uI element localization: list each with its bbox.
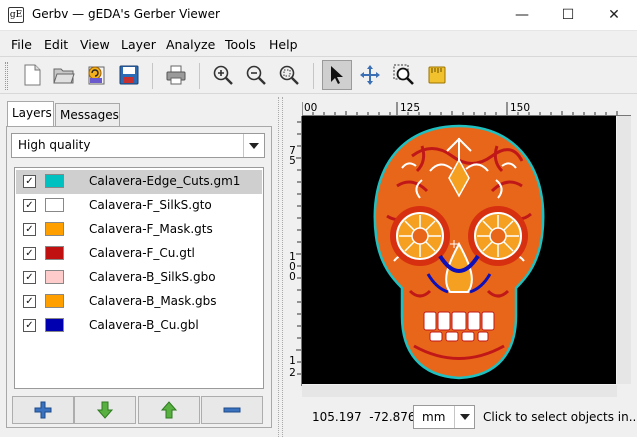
pan-icon[interactable] xyxy=(355,60,385,90)
add-layer-icon xyxy=(34,401,52,419)
ruler-label: 0 xyxy=(289,271,296,283)
ruler-ticks xyxy=(302,102,618,115)
move-layer-down-button[interactable] xyxy=(74,396,136,424)
unit-select[interactable]: mm xyxy=(413,405,475,429)
vertical-scrollbar[interactable] xyxy=(617,116,631,384)
menu-help[interactable]: Help xyxy=(269,37,298,52)
layer-color-swatch[interactable] xyxy=(45,174,64,188)
revert-icon[interactable] xyxy=(81,60,111,90)
remove-layer-button[interactable] xyxy=(201,396,263,424)
layer-visible-checkbox[interactable]: ✓ xyxy=(23,223,36,236)
layer-row[interactable]: ✓ Calavera-B_Mask.gbs xyxy=(16,290,262,314)
maximize-button[interactable]: ☐ xyxy=(545,0,591,31)
layer-visible-checkbox[interactable]: ✓ xyxy=(23,199,36,212)
layer-list: ✓ Calavera-Edge_Cuts.gm1 ✓ Calavera-F_Si… xyxy=(14,167,264,389)
zoom-area-icon[interactable] xyxy=(389,60,419,90)
layer-row[interactable]: ✓ Calavera-F_SilkS.gto xyxy=(16,194,262,218)
layer-row[interactable]: ✓ Calavera-B_SilkS.gbo xyxy=(16,266,262,290)
move-layer-down-icon xyxy=(96,401,114,419)
layer-visible-checkbox[interactable]: ✓ xyxy=(23,271,36,284)
layer-row[interactable]: ✓ Calavera-Edge_Cuts.gm1 xyxy=(16,170,262,194)
gerber-canvas[interactable] xyxy=(302,116,616,384)
pcb-render xyxy=(373,124,545,380)
ruler-top: 00 125 150 xyxy=(302,102,631,116)
menu-tools[interactable]: Tools xyxy=(225,37,256,52)
layer-color-swatch[interactable] xyxy=(45,222,64,236)
status-message: Click to select objects in... xyxy=(483,410,635,424)
measure-icon[interactable] xyxy=(422,60,452,90)
ruler-label: 2 xyxy=(289,367,296,379)
cursor-coordinates: 105.197 -72.876 xyxy=(312,410,416,424)
ruler-label: 5 xyxy=(289,155,296,167)
layer-color-swatch[interactable] xyxy=(45,270,64,284)
tab-layers[interactable]: Layers xyxy=(7,101,54,127)
move-layer-up-button[interactable] xyxy=(138,396,200,424)
toolbar-separator xyxy=(313,63,314,89)
render-quality-select[interactable]: High quality xyxy=(11,133,265,158)
render-quality-value: High quality xyxy=(18,138,91,152)
ruler-label: 00 xyxy=(304,102,318,114)
toolbar-grip[interactable] xyxy=(5,62,8,90)
layer-color-swatch[interactable] xyxy=(45,318,64,332)
layer-name: Calavera-B_Cu.gbl xyxy=(89,318,199,332)
toolbar-separator xyxy=(152,63,153,89)
layer-row[interactable]: ✓ Calavera-B_Cu.gbl xyxy=(16,314,262,338)
zoom-out-icon[interactable] xyxy=(241,60,271,90)
layer-name: Calavera-B_Mask.gbs xyxy=(89,294,217,308)
tab-messages[interactable]: Messages xyxy=(55,103,120,126)
ruler-label: 1 xyxy=(289,355,296,367)
layer-visible-checkbox[interactable]: ✓ xyxy=(23,247,36,260)
ruler-label: 125 xyxy=(400,102,421,114)
layer-color-swatch[interactable] xyxy=(45,198,64,212)
layer-color-swatch[interactable] xyxy=(45,246,64,260)
layer-visible-checkbox[interactable]: ✓ xyxy=(23,319,36,332)
layer-name: Calavera-F_SilkS.gto xyxy=(89,198,212,212)
zoom-in-icon[interactable] xyxy=(208,60,238,90)
menu-edit[interactable]: Edit xyxy=(44,37,68,52)
layer-row[interactable]: ✓ Calavera-F_Cu.gtl xyxy=(16,242,262,266)
toolbar-separator xyxy=(199,63,200,89)
print-icon[interactable] xyxy=(161,60,191,90)
title-bar: gE Gerbv — gEDA's Gerber Viewer — ☐ ✕ xyxy=(0,0,637,31)
menu-layer[interactable]: Layer xyxy=(121,37,156,52)
menu-view[interactable]: View xyxy=(80,37,110,52)
dropdown-arrow-icon xyxy=(243,134,264,157)
layer-visible-checkbox[interactable]: ✓ xyxy=(23,295,36,308)
unit-value: mm xyxy=(422,410,446,424)
minimize-button[interactable]: — xyxy=(499,0,545,31)
menu-analyze[interactable]: Analyze xyxy=(166,37,215,52)
layer-color-swatch[interactable] xyxy=(45,294,64,308)
zoom-fit-icon[interactable] xyxy=(274,60,304,90)
new-file-icon[interactable] xyxy=(17,60,47,90)
layer-name: Calavera-B_SilkS.gbo xyxy=(89,270,216,284)
ruler-left: 7 5 1 0 0 1 2 xyxy=(287,116,302,386)
close-button[interactable]: ✕ xyxy=(591,0,637,31)
open-folder-icon[interactable] xyxy=(49,60,79,90)
pane-splitter[interactable] xyxy=(278,97,283,437)
gerbv-app-icon: gE xyxy=(8,7,24,23)
remove-layer-icon xyxy=(223,407,241,413)
layer-visible-checkbox[interactable]: ✓ xyxy=(23,175,36,188)
menu-bar: File Edit View Layer Analyze Tools Help xyxy=(0,33,637,55)
window-title: Gerbv — gEDA's Gerber Viewer xyxy=(32,7,220,21)
pointer-icon[interactable] xyxy=(322,60,352,90)
ruler-label: 150 xyxy=(510,102,531,114)
horizontal-scrollbar[interactable] xyxy=(302,385,617,397)
toolbar xyxy=(0,56,637,94)
menu-file[interactable]: File xyxy=(11,37,32,52)
layer-name: Calavera-F_Cu.gtl xyxy=(89,246,195,260)
save-icon[interactable] xyxy=(114,60,144,90)
move-layer-up-icon xyxy=(160,401,178,419)
layer-name: Calavera-F_Mask.gts xyxy=(89,222,213,236)
layer-row[interactable]: ✓ Calavera-F_Mask.gts xyxy=(16,218,262,242)
dropdown-arrow-icon xyxy=(454,406,474,428)
add-layer-button[interactable] xyxy=(12,396,74,424)
layer-name: Calavera-Edge_Cuts.gm1 xyxy=(89,174,241,188)
